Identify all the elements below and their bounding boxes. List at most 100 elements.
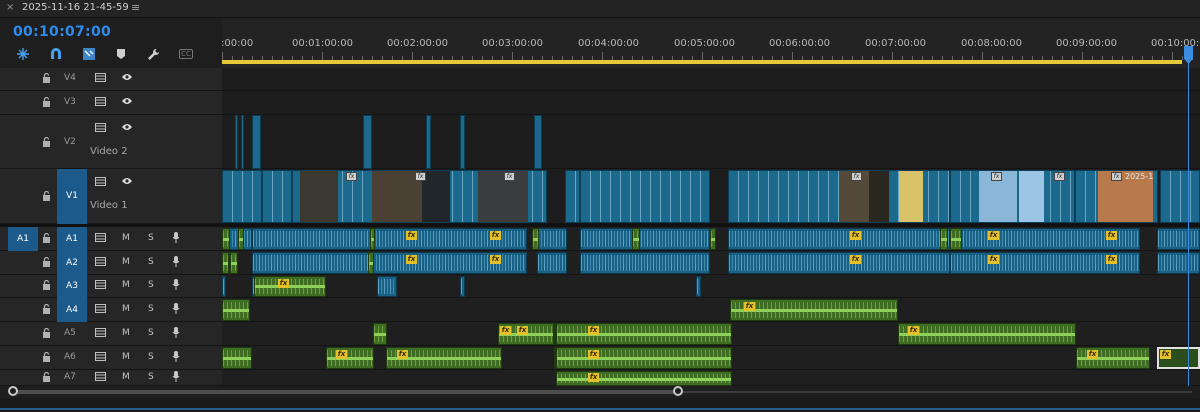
voiceover-record-icon[interactable] — [172, 256, 180, 270]
lock-icon[interactable] — [42, 371, 51, 385]
toggle-sync-lock-icon[interactable] — [95, 177, 106, 189]
close-tab-icon[interactable]: × — [6, 2, 14, 13]
lock-icon[interactable] — [42, 256, 51, 270]
sequence-tab-title[interactable]: 2025-11-16 21-45-59 — [22, 2, 129, 13]
audio-clip-adjusted[interactable] — [950, 228, 962, 250]
audio-clip-adjusted[interactable] — [222, 228, 230, 250]
fx-badge[interactable]: fx — [1087, 350, 1098, 359]
fx-badge[interactable]: fx — [588, 326, 599, 335]
solo-button[interactable]: S — [148, 257, 154, 267]
audio-clip[interactable] — [580, 252, 710, 274]
track-lane-a3[interactable] — [222, 275, 1200, 298]
fx-badge[interactable]: fx — [1160, 350, 1171, 359]
audio-clip[interactable] — [1157, 228, 1200, 250]
track-target-a2[interactable]: A2 — [57, 251, 87, 275]
fx-badge[interactable]: fx — [991, 172, 1002, 181]
audio-clip-adjusted[interactable] — [898, 323, 1076, 345]
work-area-bar[interactable] — [222, 60, 1182, 64]
toggle-sync-lock-icon[interactable] — [95, 328, 106, 340]
video-clip-v1[interactable] — [565, 170, 580, 223]
fx-badge[interactable]: fx — [490, 231, 501, 240]
scrollbar-right-handle[interactable] — [673, 386, 683, 396]
track-target-v4[interactable]: V4 — [64, 73, 76, 83]
toggle-sync-lock-icon[interactable] — [95, 73, 106, 85]
audio-clip[interactable] — [372, 228, 527, 250]
audio-clip[interactable] — [252, 228, 372, 250]
toggle-sync-lock-icon[interactable] — [95, 304, 106, 316]
mute-button[interactable]: M — [122, 352, 130, 362]
marker-icon[interactable] — [112, 47, 130, 61]
audio-clip-adjusted[interactable] — [254, 276, 326, 297]
audio-clip[interactable] — [377, 276, 397, 297]
video-clip-v1[interactable] — [262, 170, 292, 223]
audio-clip[interactable] — [728, 252, 950, 274]
voiceover-record-icon[interactable] — [172, 232, 180, 246]
fx-badge[interactable]: fx — [336, 350, 347, 359]
mute-button[interactable]: M — [122, 280, 130, 290]
voiceover-record-icon[interactable] — [172, 279, 180, 293]
voiceover-record-icon[interactable] — [172, 351, 180, 365]
audio-clip[interactable] — [537, 252, 567, 274]
lock-icon[interactable] — [42, 136, 51, 150]
mute-button[interactable]: M — [122, 233, 130, 243]
track-target-v3[interactable]: V3 — [64, 97, 76, 107]
mute-button[interactable]: M — [122, 257, 130, 267]
track-target-v2[interactable]: V2 — [64, 137, 76, 147]
audio-clip-adjusted[interactable] — [556, 371, 732, 386]
audio-clip[interactable] — [372, 252, 527, 274]
mute-button[interactable]: M — [122, 328, 130, 338]
audio-clip-adjusted[interactable] — [238, 228, 244, 250]
lock-icon[interactable] — [42, 279, 51, 293]
audio-clip-adjusted[interactable] — [710, 228, 716, 250]
wrench-icon[interactable] — [144, 47, 162, 61]
lock-icon[interactable] — [42, 303, 51, 317]
fx-badge[interactable]: fx — [850, 231, 861, 240]
magnet-icon[interactable] — [47, 47, 65, 61]
track-target-a1[interactable]: A1 — [57, 227, 87, 251]
video-clip-v1[interactable] — [580, 170, 710, 223]
fx-badge[interactable]: fx — [517, 326, 528, 335]
fx-badge[interactable]: fx — [1106, 231, 1117, 240]
snap-icon[interactable] — [14, 47, 32, 61]
toggle-sync-lock-icon[interactable] — [95, 372, 106, 384]
audio-clip-adjusted[interactable] — [940, 228, 948, 250]
fx-badge[interactable]: fx — [744, 302, 755, 311]
lock-icon[interactable] — [42, 351, 51, 365]
audio-clip-adjusted[interactable] — [532, 228, 539, 250]
solo-button[interactable]: S — [148, 280, 154, 290]
fx-badge[interactable]: fx — [588, 350, 599, 359]
toggle-sync-lock-icon[interactable] — [95, 280, 106, 292]
video-clip-v1[interactable] — [222, 170, 262, 223]
solo-button[interactable]: S — [148, 328, 154, 338]
solo-button[interactable]: S — [148, 233, 154, 243]
lock-icon[interactable] — [42, 96, 51, 110]
fx-badge[interactable]: fx — [1111, 172, 1122, 181]
captions-icon[interactable]: CC — [177, 47, 195, 61]
track-lane-a4[interactable] — [222, 298, 1200, 322]
fx-badge[interactable]: fx — [490, 255, 501, 264]
audio-clip[interactable] — [696, 276, 701, 297]
solo-button[interactable]: S — [148, 304, 154, 314]
fx-badge[interactable]: fx — [588, 373, 599, 382]
playhead-timecode[interactable]: 00:10:07:00 — [13, 24, 111, 40]
panel-menu-icon[interactable]: ≡ — [131, 1, 140, 14]
eye-icon[interactable] — [121, 123, 133, 134]
voiceover-record-icon[interactable] — [172, 303, 180, 317]
fx-badge[interactable]: fx — [406, 255, 417, 264]
lock-icon[interactable] — [42, 72, 51, 86]
audio-clip-adjusted[interactable] — [222, 252, 229, 274]
track-target-a5[interactable]: A5 — [64, 328, 76, 338]
playhead-line[interactable] — [1188, 46, 1189, 386]
audio-clip[interactable] — [1157, 252, 1200, 274]
fx-badge[interactable]: fx — [397, 350, 408, 359]
track-target-a6[interactable]: A6 — [64, 352, 76, 362]
fx-badge[interactable]: fx — [988, 231, 999, 240]
audio-clip[interactable] — [728, 228, 950, 250]
track-target-a4[interactable]: A4 — [57, 298, 87, 322]
video-clip-v2[interactable] — [252, 115, 261, 169]
toggle-sync-lock-icon[interactable] — [95, 97, 106, 109]
fx-badge[interactable]: fx — [1106, 255, 1117, 264]
video-clip-v2[interactable] — [241, 115, 244, 169]
fx-badge[interactable]: fx — [908, 326, 919, 335]
video-clip-v2[interactable] — [426, 115, 431, 169]
